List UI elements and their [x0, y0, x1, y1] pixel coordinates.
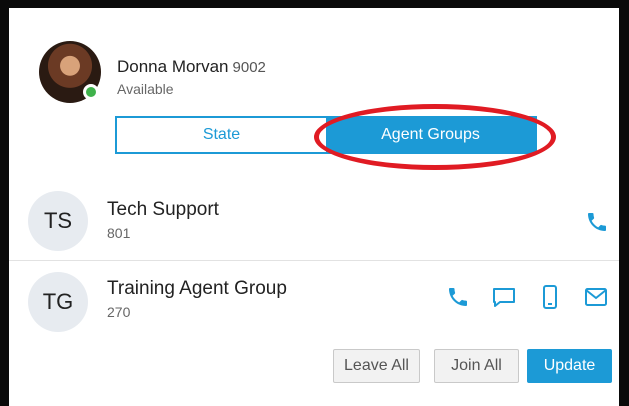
phone-icon[interactable] [584, 209, 610, 235]
mail-icon[interactable] [583, 284, 609, 310]
list-item[interactable]: TS Tech Support 801 [9, 186, 619, 260]
list-item[interactable]: TG Training Agent Group 270 [9, 260, 619, 337]
agent-panel: Donna Morvan 9002 Available State Agent G… [9, 8, 619, 406]
window-frame-top [0, 0, 629, 8]
join-all-button[interactable]: Join All [434, 349, 519, 383]
chat-icon[interactable] [491, 284, 517, 310]
presence-dot-icon [83, 84, 99, 100]
user-name-text: Donna Morvan [117, 57, 229, 76]
user-name: Donna Morvan 9002 [117, 57, 266, 77]
phone-icon[interactable] [445, 284, 471, 310]
update-button[interactable]: Update [527, 349, 612, 383]
window-frame-right [619, 0, 629, 406]
group-number: 801 [107, 225, 131, 241]
leave-all-button[interactable]: Leave All [333, 349, 420, 383]
user-status: Available [117, 81, 174, 97]
mobile-icon[interactable] [537, 284, 563, 310]
group-name: Tech Support [107, 199, 219, 220]
user-extension: 9002 [232, 59, 266, 76]
tab-state[interactable]: State [117, 118, 326, 152]
group-name: Training Agent Group [107, 278, 287, 299]
group-number: 270 [107, 304, 131, 320]
group-initials-avatar: TG [28, 272, 88, 332]
highlight-ellipse [314, 104, 556, 170]
group-initials-avatar: TS [28, 191, 88, 251]
window-frame-left [0, 0, 9, 406]
